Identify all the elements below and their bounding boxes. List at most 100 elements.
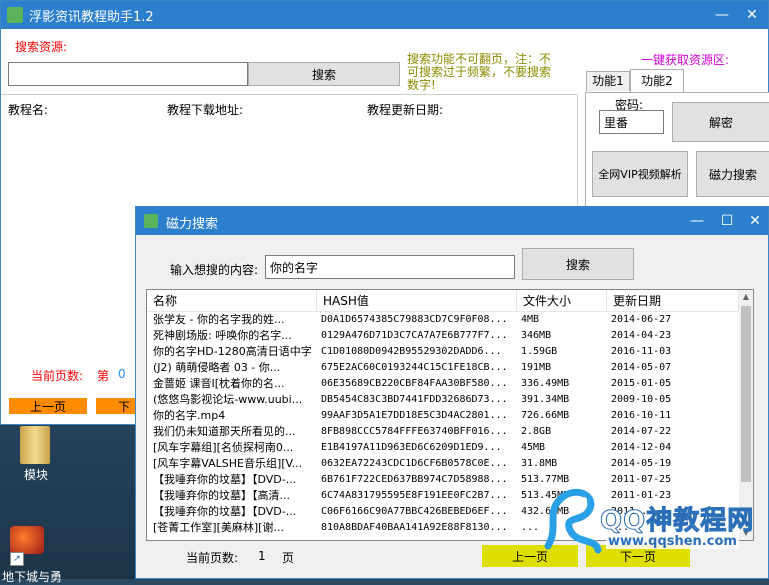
row-name: 【我唾弃你的坟墓】【DVD-... [153,473,297,486]
prev-page-button[interactable]: 上一页 [9,398,87,414]
row-date: 2016-11-03 [611,346,672,357]
magnet-search-button[interactable]: 磁力搜索 [696,151,769,197]
desktop-icon-label: 地下城与勇 [2,570,63,584]
maximize-button[interactable]: ☐ [712,207,742,235]
row-date: 2014-06-27 [611,314,672,325]
row-date: 2014-12-04 [611,442,672,453]
row-size: 391.34MB [521,394,570,405]
row-name: 【我唾弃你的坟墓】【高清... [153,489,290,502]
site-watermark: QQ神教程网 www.qqshen.com [540,486,769,556]
row-size: 336.49MB [521,378,570,389]
row-name: [苍菁工作室][美麻林][谢... [153,521,284,534]
folder-icon [20,426,50,464]
close-button[interactable]: ✕ [737,1,767,29]
result-row[interactable]: [风车字幕VALSHE音乐组][V... 0632EA72243CDC1D6CF6… [147,456,739,472]
shortcut-arrow-icon: ↗ [10,552,24,566]
row-name: (悠悠鸟影视论坛-www.uubi... [153,393,303,406]
row-hash: 0129A476D71D3C7CA7A7E6B777F7... [321,330,508,341]
one-click-label: 一键获取资源区: [641,53,730,67]
row-name: 金蔷姬 课音I[枕着你的名... [153,377,285,390]
search-resource-label: 搜索资源: [15,40,68,54]
row-name: 【我唾弃你的坟墓】【DVD-... [153,505,297,518]
row-name: 死神剧场版: 呼唤你的名字... [153,329,292,342]
row-date: 2014-05-19 [611,458,672,469]
desktop-icon-label: 模块 [23,468,48,482]
search-button[interactable]: 搜索 [248,62,400,86]
row-size: 1.59GB [521,346,558,357]
row-name: (J2) 萌萌侵略者 03 - 你... [153,361,281,374]
app-icon [144,214,158,228]
result-row[interactable]: (悠悠鸟影视论坛-www.uubi... DB5454C83C3BD7441FDD… [147,392,739,408]
row-hash: 99AAF3D5A1E7DD18E5C3D4AC2801... [321,410,508,421]
watermark-title: QQ神教程网 [599,506,755,537]
minimize-button[interactable]: — [707,1,737,29]
row-hash: C06F6166C90A77BBC426BEBED6EF... [321,506,508,517]
dialog-title: 磁力搜索 [166,217,219,232]
row-name: 你的名字.mp4 [153,409,226,422]
scroll-up-arrow-icon[interactable]: ▲ [739,290,753,304]
column-header-hash[interactable]: HASH值 [317,290,517,312]
close-button[interactable]: ✕ [740,207,769,235]
result-row[interactable]: 你的名字HD-1280高清日语中字 C1D01080D0942B95529302D… [147,344,739,360]
row-hash: 06E35689CB220CBF84FAA30BF580... [321,378,508,389]
next-page-button[interactable]: 下 [96,398,136,414]
scroll-thumb[interactable] [741,306,751,482]
row-size: 346MB [521,330,552,341]
dialog-page-label: 当前页数: [186,551,239,565]
row-hash: C1D01080D0942B95529302DADD6... [321,346,502,357]
row-name: [风车字幕组][名侦探柯南0... [153,441,294,454]
watermark-url: www.qqshen.com [606,534,739,549]
row-size: 2.8GB [521,426,552,437]
result-row[interactable]: 金蔷姬 课音I[枕着你的名... 06E35689CB220CBF84FAA30B… [147,376,739,392]
row-date: 2014-05-07 [611,362,672,373]
row-date: 2009-10-05 [611,394,672,405]
page-prefix: 第 [97,369,110,383]
decrypt-button[interactable]: 解密 [672,102,769,142]
result-row[interactable]: 死神剧场版: 呼唤你的名字... 0129A476D71D3C7CA7A7E6B7… [147,328,739,344]
row-hash: DB5454C83C3BD7441FDD32686D73... [321,394,508,405]
main-title-bar[interactable]: 浮影资讯教程助手1.2 — ✕ [1,1,768,29]
row-hash: E1B4197A11D963ED6C6209D1ED9... [321,442,502,453]
row-hash: 8FB898CCC5784FFFE63740BFF016... [321,426,508,437]
desktop-icon-module[interactable]: 模块 [8,424,64,484]
minimize-button[interactable]: — [682,207,712,235]
row-size: 45MB [521,442,546,453]
column-header: 教程下载地址: [167,103,244,117]
tab-function-2[interactable]: 功能2 [630,69,684,93]
row-name: 我们仍未知道那天所看见的... [153,425,296,438]
main-window-title: 浮影资讯教程助手1.2 [29,10,154,25]
row-date: 2015-01-05 [611,378,672,389]
column-header-name[interactable]: 名称 [147,290,317,312]
dialog-page-number: 1 [258,549,266,563]
row-size: 726.66MB [521,410,570,421]
row-name: 你的名字HD-1280高清日语中字 [153,345,312,358]
result-row[interactable]: [风车字幕组][名侦探柯南0... E1B4197A11D963ED6C6209D… [147,440,739,456]
row-name: 张学友 - 你的名字我的姓... [153,313,285,326]
row-hash: 6B761F722CED637BB974C7D58988... [321,474,508,485]
row-size: 4MB [521,314,540,325]
dragon-logo-icon [540,486,604,556]
magnet-search-input[interactable]: 你的名字 [265,255,515,279]
dialog-title-bar[interactable]: 磁力搜索 — ☐ ✕ [136,207,768,235]
result-row[interactable]: 你的名字.mp4 99AAF3D5A1E7DD18E5C3D4AC2801... 7… [147,408,739,424]
row-date: 2016-10-11 [611,410,672,421]
desktop-icon-dnf[interactable]: ↗ 地下城与勇 [0,522,80,584]
vip-video-button[interactable]: 全网VIP视频解析 [592,151,688,197]
column-header-size[interactable]: 文件大小 [517,290,607,312]
result-row[interactable]: 我们仍未知道那天所看见的... 8FB898CCC5784FFFE63740BFF… [147,424,739,440]
tab-function-1[interactable]: 功能1 [586,71,630,91]
search-input[interactable] [8,62,248,86]
magnet-search-submit-button[interactable]: 搜索 [522,248,634,280]
row-hash: D0A1D6574385C79883CD7C9F0F08... [321,314,508,325]
password-input[interactable]: 里番 [599,110,664,134]
column-header-date[interactable]: 更新日期 [607,290,739,312]
row-date: 2014-07-22 [611,426,672,437]
column-header: 教程名: [8,103,49,117]
row-date: 2014-04-23 [611,330,672,341]
row-hash: 675E2AC60C0193244C15C1FE18CB... [321,362,508,373]
result-row[interactable]: (J2) 萌萌侵略者 03 - 你... 675E2AC60C0193244C15… [147,360,739,376]
row-name: [风车字幕VALSHE音乐组][V... [153,457,303,470]
result-row[interactable]: 张学友 - 你的名字我的姓... D0A1D6574385C79883CD7C9F… [147,312,739,328]
app-icon [7,7,23,23]
row-hash: 0632EA72243CDC1D6CF6B0578C0E... [321,458,508,469]
